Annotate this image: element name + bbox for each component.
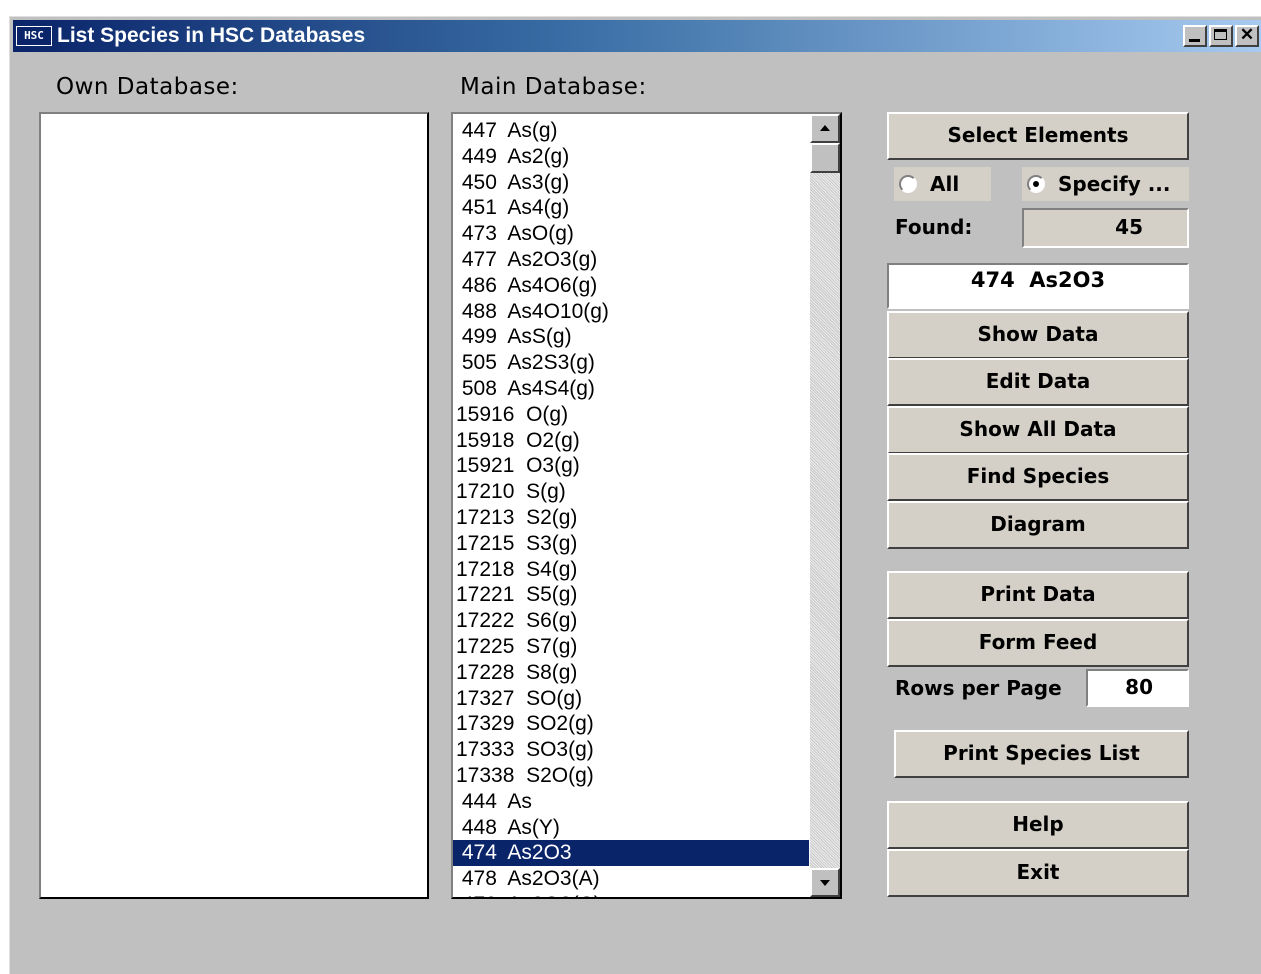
found-count: 45	[1022, 208, 1189, 248]
print-data-button[interactable]: Print Data	[887, 571, 1189, 619]
show-all-data-button[interactable]: Show All Data	[887, 406, 1189, 454]
species-item[interactable]: 448 As(Y)	[453, 815, 809, 841]
title-bar[interactable]: HSC List Species in HSC Databases ✕	[13, 20, 1261, 52]
species-item[interactable]: 477 As2O3(g)	[453, 247, 809, 273]
species-item[interactable]: 17218 S4(g)	[453, 557, 809, 583]
species-item[interactable]: 451 As4(g)	[453, 195, 809, 221]
print-species-list-button[interactable]: Print Species List	[894, 730, 1189, 778]
species-item[interactable]: 17228 S8(g)	[453, 660, 809, 686]
species-item[interactable]: 447 As(g)	[453, 118, 809, 144]
select-elements-button[interactable]: Select Elements	[887, 112, 1189, 160]
rows-per-page-input[interactable]: 80	[1086, 669, 1189, 707]
species-item[interactable]: 449 As2(g)	[453, 144, 809, 170]
species-item[interactable]: 17215 S3(g)	[453, 531, 809, 557]
radio-all-circle[interactable]	[899, 175, 917, 193]
species-item[interactable]: 17329 SO2(g)	[453, 711, 809, 737]
main-database-label: Main Database:	[460, 74, 647, 100]
species-item[interactable]: 17222 S6(g)	[453, 608, 809, 634]
species-item[interactable]: 15916 O(g)	[453, 402, 809, 428]
scroll-down-button[interactable]	[810, 868, 840, 897]
species-item[interactable]: 499 AsS(g)	[453, 324, 809, 350]
radio-specify[interactable]: Specify ...	[1022, 167, 1189, 201]
show-data-button[interactable]: Show Data	[887, 311, 1189, 359]
species-item[interactable]: 15918 O2(g)	[453, 428, 809, 454]
radio-all[interactable]: All	[894, 167, 991, 201]
species-item-selected[interactable]: 474 As2O3	[453, 840, 809, 867]
maximize-icon	[1214, 29, 1227, 40]
help-button[interactable]: Help	[887, 801, 1189, 849]
species-item[interactable]: 505 As2S3(g)	[453, 350, 809, 376]
own-database-label: Own Database:	[56, 74, 239, 100]
own-database-list[interactable]	[39, 112, 429, 899]
species-item[interactable]: 17327 SO(g)	[453, 686, 809, 712]
exit-button[interactable]: Exit	[887, 849, 1189, 897]
app-window: HSC List Species in HSC Databases ✕ Own …	[9, 16, 1261, 974]
edit-data-button[interactable]: Edit Data	[887, 358, 1189, 406]
species-item[interactable]: 478 As2O3(A)	[453, 866, 809, 892]
species-items: 447 As(g) 449 As2(g) 450 As3(g) 451 As4(…	[453, 118, 809, 897]
radio-specify-label: Specify ...	[1058, 172, 1171, 196]
close-button[interactable]: ✕	[1235, 25, 1259, 47]
radio-specify-circle[interactable]	[1027, 175, 1045, 193]
species-item[interactable]: 486 As4O6(g)	[453, 273, 809, 299]
species-item[interactable]: 17338 S2O(g)	[453, 763, 809, 789]
species-item[interactable]: 479 As2O3(C)	[453, 892, 809, 897]
window-title: List Species in HSC Databases	[57, 24, 366, 47]
species-item[interactable]: 17213 S2(g)	[453, 505, 809, 531]
vertical-scrollbar[interactable]	[810, 114, 840, 897]
minimize-icon	[1189, 39, 1200, 42]
species-item[interactable]: 473 AsO(g)	[453, 221, 809, 247]
species-item[interactable]: 17221 S5(g)	[453, 582, 809, 608]
main-database-list[interactable]: 447 As(g) 449 As2(g) 450 As3(g) 451 As4(…	[451, 112, 842, 899]
radio-all-label: All	[930, 172, 960, 196]
scroll-thumb[interactable]	[810, 143, 840, 173]
species-item[interactable]: 488 As4O10(g)	[453, 299, 809, 325]
species-item[interactable]: 17333 SO3(g)	[453, 737, 809, 763]
found-label: Found:	[895, 215, 973, 239]
species-item[interactable]: 444 As	[453, 789, 809, 815]
scroll-up-button[interactable]	[810, 114, 840, 143]
species-item[interactable]: 15921 O3(g)	[453, 453, 809, 479]
find-species-button[interactable]: Find Species	[887, 453, 1189, 501]
selected-species-field[interactable]: 474 As2O3	[887, 263, 1189, 309]
radio-selected-dot	[1033, 181, 1039, 187]
arrow-down-icon	[820, 880, 830, 886]
species-item[interactable]: 17210 S(g)	[453, 479, 809, 505]
close-icon: ✕	[1239, 25, 1255, 44]
maximize-button[interactable]	[1209, 25, 1233, 47]
minimize-button[interactable]	[1183, 25, 1207, 47]
species-item[interactable]: 508 As4S4(g)	[453, 376, 809, 402]
hsc-app-icon[interactable]: HSC	[16, 26, 52, 46]
rows-per-page-label: Rows per Page	[895, 676, 1062, 700]
diagram-button[interactable]: Diagram	[887, 501, 1189, 549]
arrow-up-icon	[820, 125, 830, 131]
form-feed-button[interactable]: Form Feed	[887, 619, 1189, 667]
species-item[interactable]: 17225 S7(g)	[453, 634, 809, 660]
species-item[interactable]: 450 As3(g)	[453, 170, 809, 196]
